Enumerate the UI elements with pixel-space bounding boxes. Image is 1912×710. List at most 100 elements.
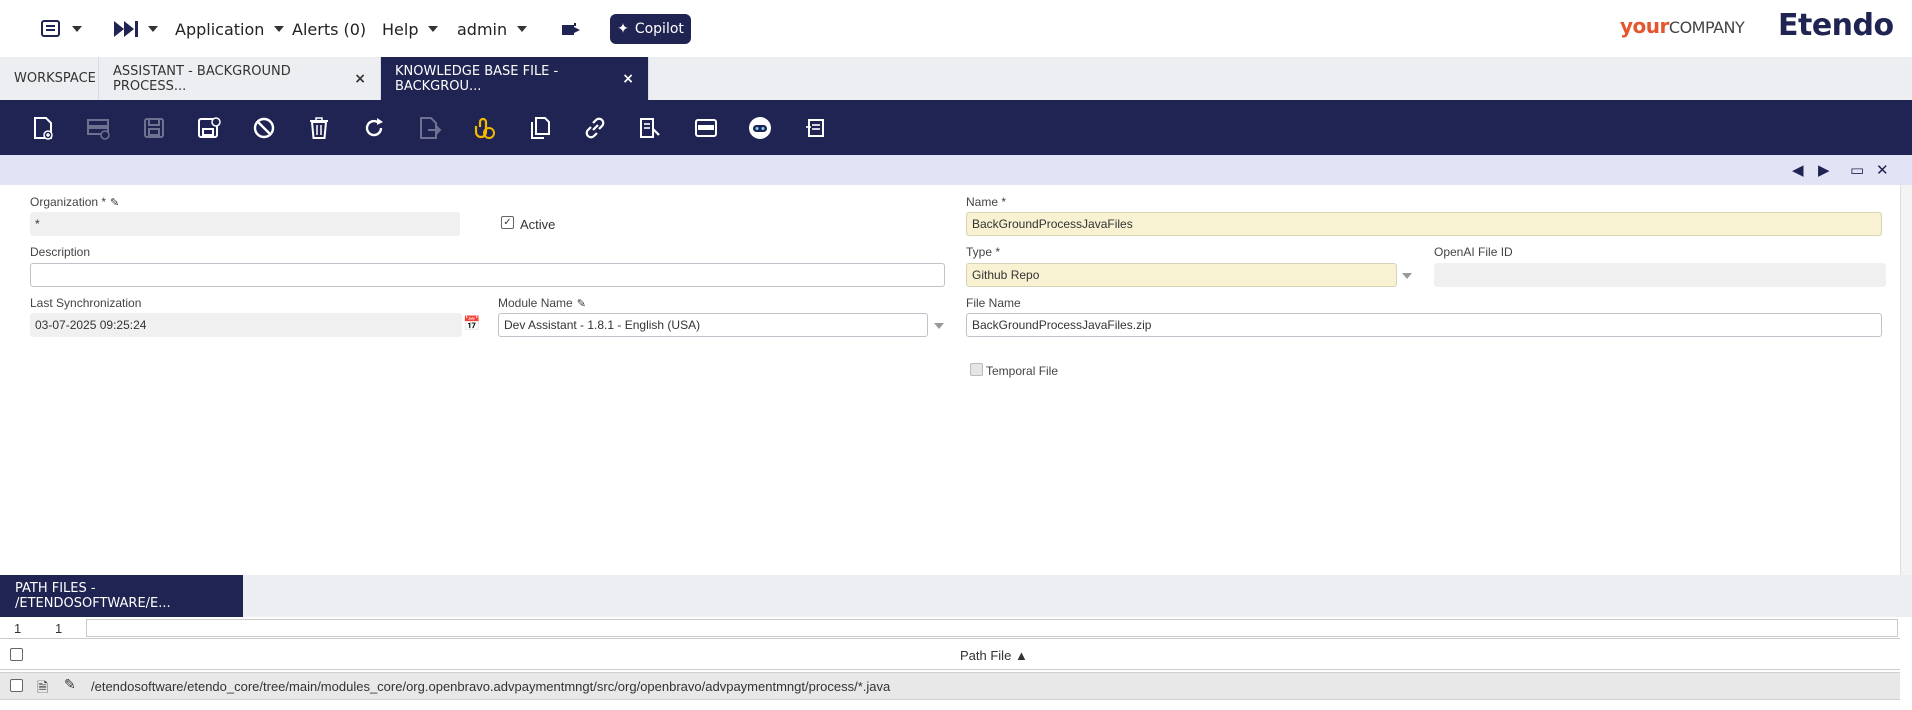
child-tabs: PATH FILES - /ETENDOSOFTWARE/E... xyxy=(0,575,1912,617)
list-menu-icon xyxy=(41,20,60,37)
refresh-icon xyxy=(365,118,383,137)
organization-label-text: Organization * xyxy=(30,195,107,209)
tab-assistant[interactable]: ASSISTANT - BACKGROUND PROCESS... × xyxy=(99,57,381,100)
link-button[interactable] xyxy=(580,113,610,143)
pin-icon: ✎ xyxy=(110,197,120,209)
copy-record-button[interactable] xyxy=(525,113,555,143)
grid-view-button[interactable] xyxy=(691,113,721,143)
sort-asc-icon: ▲ xyxy=(1014,648,1028,663)
new-document-icon xyxy=(34,117,53,140)
form-scrollbar[interactable] xyxy=(1900,185,1912,575)
type-label: Type * xyxy=(966,245,1001,259)
table-row[interactable]: 🗎 ✎ /etendosoftware/etendo_core/tree/mai… xyxy=(0,672,1900,700)
temporal-file-checkbox[interactable] xyxy=(970,363,983,376)
type-select[interactable]: Github Repo xyxy=(966,263,1397,287)
file-name-field[interactable]: BackGroundProcessJavaFiles.zip xyxy=(966,313,1882,337)
cancel-icon xyxy=(253,117,275,139)
delete-button[interactable] xyxy=(304,113,334,143)
next-record-icon[interactable]: ▶ xyxy=(1818,161,1830,179)
previous-record-icon[interactable]: ◀ xyxy=(1792,161,1804,179)
save-icon xyxy=(144,118,164,138)
copilot-bot-button[interactable] xyxy=(745,113,775,143)
description-field[interactable] xyxy=(30,263,945,287)
column-header-label: Path File xyxy=(960,648,1012,663)
path-files-grid: 1 1 Path File ▲ 🗎 ✎ /etendosoftware/eten… xyxy=(0,617,1912,710)
sparkle-icon: ✦ xyxy=(617,21,629,37)
attachment-icon xyxy=(474,117,495,139)
copy-record-icon xyxy=(531,117,550,139)
document-icon[interactable]: 🗎 xyxy=(37,677,48,701)
tab-path-files[interactable]: PATH FILES - /ETENDOSOFTWARE/E... xyxy=(0,575,243,617)
edit-icon[interactable]: ✎ xyxy=(64,677,76,693)
export-icon xyxy=(420,117,442,139)
workspace-menu-button[interactable] xyxy=(40,14,82,44)
close-icon[interactable]: × xyxy=(622,71,634,87)
report-button[interactable] xyxy=(800,113,830,143)
file-name-label: File Name xyxy=(966,296,1021,310)
module-name-label: Module Name ✎ xyxy=(498,296,586,310)
application-menu[interactable]: Application xyxy=(175,14,285,44)
checkmark-icon: ✓ xyxy=(503,217,512,228)
close-icon[interactable]: × xyxy=(354,71,366,87)
tab-label: KNOWLEDGE BASE FILE - BACKGROU... xyxy=(395,63,559,94)
close-form-icon[interactable]: ✕ xyxy=(1876,161,1889,179)
save-close-button[interactable] xyxy=(194,113,224,143)
company-logo: yourCOMPANY xyxy=(1620,14,1745,38)
new-row-icon xyxy=(87,119,110,140)
tab-knowledge-base-file[interactable]: KNOWLEDGE BASE FILE - BACKGROU... × xyxy=(381,57,649,100)
module-name-label-text: Module Name xyxy=(498,296,573,310)
row-checkbox[interactable] xyxy=(10,679,23,692)
logo-your-text: your xyxy=(1620,14,1669,38)
logout-button[interactable] xyxy=(560,14,584,44)
application-label: Application xyxy=(175,19,265,39)
attachment-button[interactable] xyxy=(470,113,500,143)
report-icon xyxy=(806,119,824,137)
name-label: Name * xyxy=(966,195,1007,209)
maximize-icon[interactable]: ▭ xyxy=(1850,161,1864,179)
openai-file-id-label: OpenAI File ID xyxy=(1434,245,1513,259)
refresh-button[interactable] xyxy=(359,113,389,143)
copilot-label: Copilot xyxy=(634,21,684,37)
last-sync-label: Last Synchronization xyxy=(30,296,142,310)
cancel-button[interactable] xyxy=(249,113,279,143)
chevron-down-icon[interactable] xyxy=(1402,273,1412,279)
last-sync-field[interactable]: 03-07-2025 09:25:24 xyxy=(30,313,462,337)
help-menu[interactable]: Help xyxy=(382,14,439,44)
top-navbar: Application Alerts (0) Help admin ✦ Copi… xyxy=(0,0,1912,57)
description-label: Description xyxy=(30,245,91,259)
pin-icon: ✎ xyxy=(576,298,586,310)
quick-launch-button[interactable] xyxy=(112,14,158,44)
record-form: Organization * ✎ * ✓ Active Name * BackGr… xyxy=(0,185,1900,575)
record-toolbar xyxy=(0,100,1912,155)
save-close-icon xyxy=(198,117,221,138)
alerts-link[interactable]: Alerts (0) xyxy=(292,14,366,44)
new-row-button[interactable] xyxy=(83,113,113,143)
delete-icon xyxy=(310,117,328,139)
module-name-select[interactable]: Dev Assistant - 1.8.1 - English (USA) xyxy=(498,313,928,337)
audit-button[interactable] xyxy=(635,113,665,143)
grid-filter-input[interactable] xyxy=(86,619,1898,637)
audit-icon xyxy=(640,118,660,138)
user-menu[interactable]: admin xyxy=(457,14,528,44)
grid-summary-row: 1 1 xyxy=(0,619,1900,639)
new-document-button[interactable] xyxy=(28,113,58,143)
help-label: Help xyxy=(382,19,419,39)
path-file-column-header[interactable]: Path File ▲ xyxy=(960,648,1028,663)
save-button[interactable] xyxy=(139,113,169,143)
organization-field[interactable]: * xyxy=(30,212,460,236)
active-label: Active xyxy=(520,217,556,232)
fast-forward-icon xyxy=(114,21,138,37)
copilot-button[interactable]: ✦ Copilot xyxy=(610,14,691,44)
tab-workspace[interactable]: WORKSPACE xyxy=(0,57,99,100)
calendar-icon[interactable]: 📅 xyxy=(463,316,480,332)
tab-label: WORKSPACE xyxy=(14,71,96,86)
grid-header-row: Path File ▲ xyxy=(0,640,1900,670)
active-checkbox[interactable]: ✓ xyxy=(501,216,514,229)
select-all-checkbox[interactable] xyxy=(10,648,23,661)
chevron-down-icon[interactable] xyxy=(934,323,944,329)
name-field[interactable]: BackGroundProcessJavaFiles xyxy=(966,212,1882,236)
export-button[interactable] xyxy=(414,113,444,143)
openai-file-id-field[interactable] xyxy=(1434,263,1886,287)
etendo-logo: Etendo xyxy=(1778,8,1894,43)
record-count-left: 1 xyxy=(14,621,22,636)
